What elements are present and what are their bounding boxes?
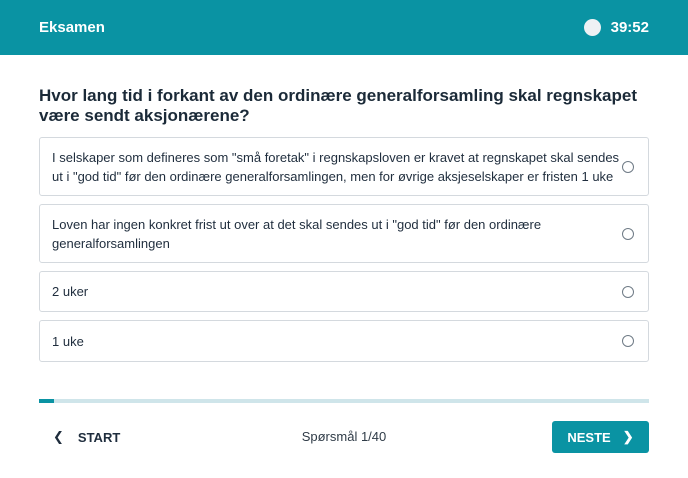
question-counter: Spørsmål 1/40: [301, 429, 387, 444]
question-text: Hvor lang tid i forkant av den ordinære …: [39, 86, 637, 125]
answer-option-3[interactable]: 2 uker: [39, 271, 649, 312]
progress-bar: [39, 399, 649, 403]
answer-option-label: 2 uker: [52, 284, 89, 299]
answer-option-label: I selskaper som defineres som "små foret…: [52, 149, 620, 184]
timer: 39:52: [583, 19, 649, 36]
answer-option-4[interactable]: 1 uke: [39, 320, 649, 362]
radio-button-icon[interactable]: [622, 335, 634, 347]
answer-option-label: Loven har ingen konkret frist ut over at…: [52, 216, 542, 251]
answer-option-2[interactable]: Loven har ingen konkret frist ut over at…: [39, 204, 649, 263]
radio-button-icon[interactable]: [622, 160, 634, 173]
progress-fill: [39, 399, 55, 403]
answer-option-1[interactable]: I selskaper som defineres som "små foret…: [39, 137, 649, 196]
radio-button-icon[interactable]: [622, 227, 634, 240]
next-label: NESTE: [567, 429, 611, 445]
top-bar: Eksamen 39:52: [0, 0, 688, 55]
chevron-right-icon: ❯: [622, 429, 634, 444]
answer-options: I selskaper som defineres som "små foret…: [39, 137, 649, 370]
clock-icon: [583, 19, 601, 36]
radio-button-icon[interactable]: [622, 285, 634, 298]
answer-option-label: 1 uke: [52, 333, 84, 349]
app-title: Eksamen: [39, 19, 105, 36]
next-button[interactable]: NESTE ❯: [552, 421, 649, 453]
timer-value: 39:52: [610, 19, 649, 36]
